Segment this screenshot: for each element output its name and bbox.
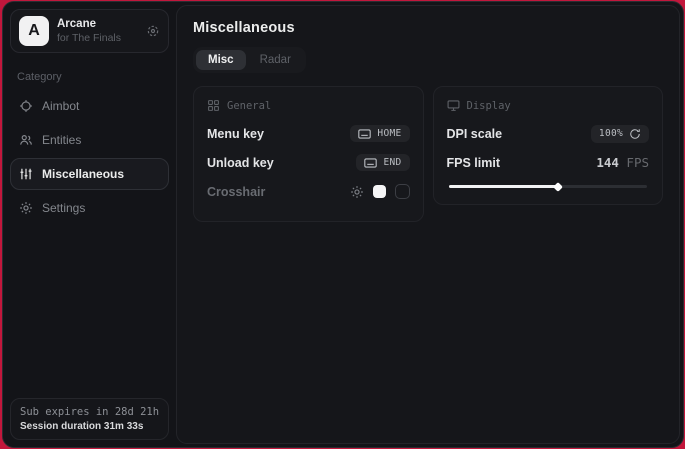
dpi-scale-row: DPI scale 100% [447,122,650,145]
display-card-title: Display [467,100,511,112]
fps-number: 144 [596,155,619,170]
unload-key-value: END [383,157,401,168]
general-card: General Menu key HOME [193,86,424,222]
app-name: Arcane [57,17,138,31]
monitor-icon [447,99,460,112]
app-subtitle: for The Finals [57,32,138,45]
keyboard-icon [358,129,371,139]
sidebar-item-label: Miscellaneous [42,167,124,181]
fps-limit-value: 144 FPS [596,155,649,170]
unload-key-label: Unload key [207,156,274,170]
fps-unit: FPS [626,155,649,170]
app-logo: A [19,16,49,46]
tab-misc[interactable]: Misc [196,50,246,70]
menu-key-value: HOME [377,128,401,139]
sidebar-item-label: Entities [42,133,81,147]
refresh-icon[interactable] [629,128,641,140]
crosshair-controls [350,184,410,199]
menu-key-bind-button[interactable]: HOME [350,125,409,142]
subscription-info-box: Sub expires in 28d 21h Session duration … [10,398,169,440]
sidebar-spacer [3,225,176,391]
sidebar-item-label: Settings [42,201,85,215]
dpi-scale-control[interactable]: 100% [591,125,649,143]
sub-expiry-text: Sub expires in 28d 21h [20,406,159,418]
menu-key-label: Menu key [207,127,264,141]
display-card: Display DPI scale 100% [433,86,664,205]
main-panel: Miscellaneous Misc Radar General [176,5,680,444]
fps-slider-fill [449,185,558,188]
entities-icon [19,133,33,147]
general-card-title: General [227,100,271,112]
crosshair-color-swatch[interactable] [373,185,386,198]
general-card-header: General [207,99,410,112]
display-card-header: Display [447,99,650,112]
gear-icon [19,201,33,215]
keyboard-icon [364,158,377,168]
app-title-block: Arcane for The Finals [57,17,138,45]
app-window: A Arcane for The Finals Category [2,1,684,448]
sidebar: A Arcane for The Finals Category [3,2,176,447]
crosshair-row: Crosshair [207,180,410,203]
settings-cards: General Menu key HOME [193,86,663,222]
unload-key-bind-button[interactable]: END [356,154,409,171]
app-header-card: A Arcane for The Finals [10,9,169,53]
session-duration-text: Session duration 31m 33s [20,421,159,432]
page-title: Miscellaneous [193,20,663,36]
sidebar-item-entities[interactable]: Entities [10,124,169,156]
sidebar-item-miscellaneous[interactable]: Miscellaneous [10,158,169,190]
crosshair-checkbox[interactable] [395,184,410,199]
sync-icon[interactable] [146,24,160,38]
sidebar-nav: Aimbot Entities [3,89,176,225]
fps-limit-row: FPS limit 144 FPS [447,151,650,174]
sidebar-item-label: Aimbot [42,99,79,113]
tab-radar[interactable]: Radar [248,50,303,70]
unload-key-row: Unload key END [207,151,410,174]
crosshair-settings-gear-icon[interactable] [350,185,364,199]
fps-limit-slider[interactable] [449,185,648,188]
crosshair-label: Crosshair [207,185,265,199]
fps-slider-thumb[interactable] [553,182,563,192]
dpi-scale-label: DPI scale [447,127,503,141]
menu-key-row: Menu key HOME [207,122,410,145]
tab-bar: Misc Radar [193,47,306,73]
dpi-scale-value: 100% [599,128,623,139]
crosshair-icon [19,99,33,113]
sliders-icon [19,167,33,181]
keyboard-grid-icon [207,99,220,112]
fps-limit-label: FPS limit [447,156,500,170]
sidebar-item-settings[interactable]: Settings [10,192,169,224]
category-label: Category [17,71,162,83]
sidebar-item-aimbot[interactable]: Aimbot [10,90,169,122]
